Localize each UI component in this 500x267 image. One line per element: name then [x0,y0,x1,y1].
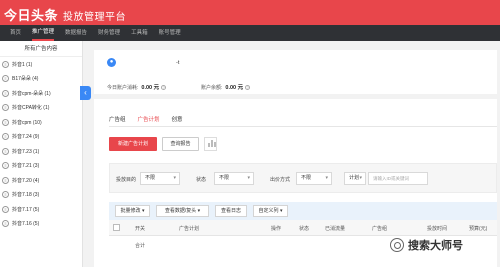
group-icon: ≡ [2,191,9,199]
group-icon: ≡ [2,60,9,68]
sidebar-item[interactable]: ≡ 抖音1 (1) [0,57,82,72]
nav-promotion-management[interactable]: 推广管理 [32,25,55,41]
search-icon [390,238,404,252]
chevron-down-icon: ▾ [325,175,328,181]
chevron-down-icon: ▾ [279,208,283,214]
platform-name: 投放管理平台 [63,12,127,23]
view-log-button[interactable]: 查看日志 [215,205,247,217]
user-icon: ● [107,58,116,67]
help-icon[interactable]: ? [161,85,167,90]
nav-toolbox[interactable]: 工具箱 [131,25,148,41]
search-input[interactable]: 请输入ID或关键词 [368,172,428,185]
group-icon: ≡ [2,104,9,112]
group-icon: ≡ [2,133,9,141]
main-nav: 首页 推广管理 数据报告 财务管理 工具箱 账号管理 [0,25,500,41]
group-icon: ≡ [2,118,9,126]
brand-logo[interactable]: 今日头条 投放管理平台 [4,5,126,24]
chevron-down-icon: ▾ [173,175,176,181]
watermark: 搜索大师号 [390,237,463,253]
col-spent[interactable]: 已消流量 [325,225,345,232]
account-name: -t [176,60,180,66]
chart-icon[interactable] [204,137,217,151]
objective-label: 投放目的 [116,177,137,183]
nav-data-report[interactable]: 数据报告 [65,25,87,41]
sidebar-item[interactable]: ≡ 抖音7.20 (4) [0,173,82,188]
account-balance: 账户余额: 0.00 元? [201,85,251,91]
chevron-down-icon: ▾ [197,208,201,214]
chevron-down-icon: ▾ [247,175,250,181]
nav-finance[interactable]: 财务管理 [98,25,120,41]
chevron-down-icon: ▾ [141,208,145,214]
col-switch: 开关 [135,226,146,232]
sidebar-item[interactable]: ≡ B17朵朵 (4) [0,72,82,87]
status-select[interactable]: 不限 ▾ [214,172,254,185]
sidebar-item[interactable]: ≡ 抖音cpm-朵朵 (1) [0,86,82,101]
select-all-checkbox[interactable] [113,224,120,231]
status-label: 状态 [196,177,207,183]
col-ad-plan[interactable]: 广告计划 [179,225,199,232]
sidebar-title[interactable]: 所有广告内容 [0,41,82,57]
search-scope-select[interactable]: 计划 ▾ [344,172,366,185]
today-spend-value: 0.00 元 [141,85,160,91]
view-report-button[interactable]: 查询报告 [162,137,199,151]
help-icon[interactable]: ? [245,85,251,90]
sidebar-item[interactable]: ≡ 抖音7.18 (3) [0,188,82,203]
balance-value: 0.00 元 [225,85,244,91]
col-ad-group: 广告组 [372,226,388,232]
new-ad-plan-button[interactable]: 新建广告计划 [109,137,157,151]
collapse-sidebar-icon[interactable]: ‹ [80,86,91,100]
sidebar-item[interactable]: ≡ 抖音7.17 (5) [0,202,82,217]
group-icon: ≡ [2,205,9,213]
sidebar-item[interactable]: ≡ 抖音7.16 (5) [0,217,82,232]
sidebar: 所有广告内容 ≡ 抖音1 (1) ≡ B17朵朵 (4) ≡ 抖音cpm-朵朵 (1)… [0,41,83,267]
bid-method-label: 出价方式 [270,177,291,183]
sidebar-item[interactable]: ≡ 抖音cpm (10) [0,115,82,130]
sidebar-item[interactable]: ≡ 抖音7.24 (9) [0,130,82,145]
table-header: 开关 广告计划 操作 状态 已消流量 广告组 投放时间 预算(元) [109,220,497,236]
total-label: 合计 [135,243,146,249]
brand-name: 今日头条 [4,8,59,23]
filter-bar: 投放目的 不限 ▾ 状态 不限 ▾ 出价方式 不限 ▾ 计划 ▾ 请输入ID或关键词 [109,163,497,193]
custom-columns-button[interactable]: 自定义列 ▾ [253,205,288,217]
group-icon: ≡ [2,162,9,170]
main-content: ● -t 今日账户消耗: 0.00 元? 账户余额: 0.00 元? 广告组 广告计… [91,41,500,267]
col-operation: 操作 [271,226,282,232]
account-summary: ● -t 今日账户消耗: 0.00 元? 账户余额: 0.00 元? [94,50,497,94]
sidebar-item[interactable]: ≡ 抖音7.23 (1) [0,144,82,159]
group-icon: ≡ [2,75,9,83]
sidebar-item[interactable]: ≡ 抖音7.21 (3) [0,159,82,174]
group-icon: ≡ [2,176,9,184]
chevron-down-icon: ▾ [359,175,362,181]
group-icon: ≡ [2,147,9,155]
view-data-button[interactable]: 查看数据/复头 ▾ [156,205,209,217]
col-schedule: 投放时间 [427,226,448,232]
action-bar: 批量修改 ▾ 查看数据/复头 ▾ 查看日志 自定义列 ▾ [109,202,497,220]
bid-method-select[interactable]: 不限 ▾ [296,172,332,185]
col-status: 状态 [299,226,310,232]
nav-account[interactable]: 账号管理 [159,25,181,41]
batch-edit-button[interactable]: 批量修改 ▾ [115,205,150,217]
group-icon: ≡ [2,220,9,228]
today-spend: 今日账户消耗: 0.00 元? [107,85,167,91]
group-icon: ≡ [2,89,9,97]
objective-select[interactable]: 不限 ▾ [140,172,180,185]
top-header: 今日头条 投放管理平台 [0,0,500,25]
sidebar-item[interactable]: ≡ 抖音CPA转化 (1) [0,101,82,116]
col-budget[interactable]: 预算(元) [469,225,487,232]
tab-divider [109,126,497,127]
nav-home[interactable]: 首页 [10,25,21,41]
